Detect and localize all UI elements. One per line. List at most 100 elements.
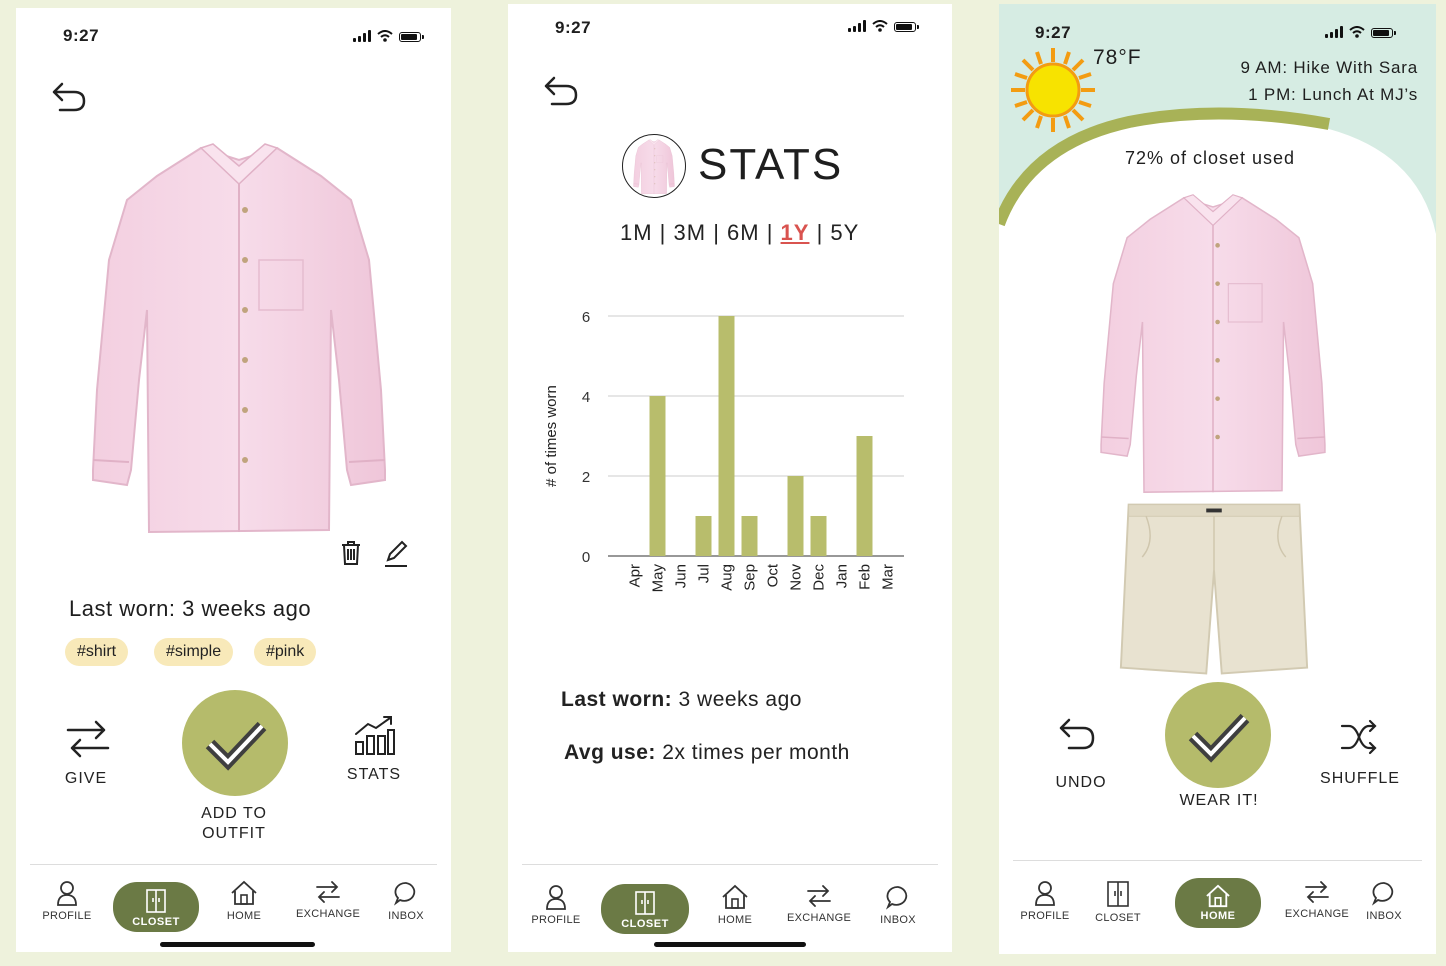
wifi-icon <box>872 20 888 32</box>
status-time: 9:27 <box>1035 23 1072 42</box>
chart-x-tick-label: Jan <box>834 564 851 588</box>
range-1m[interactable]: 1M <box>620 220 653 245</box>
nav-profile[interactable]: PROFILE <box>1018 880 1072 922</box>
nav-closet-label: CLOSET <box>1095 912 1141 924</box>
times-worn-bar-chart: 0 2 4 6 Apr May Jun Jul Aug Sep Oct Nov Dec Jan Feb Mar… <box>543 309 904 593</box>
range-1y-selected[interactable]: 1Y <box>781 220 810 245</box>
add-to-outfit-button[interactable] <box>182 690 288 796</box>
nav-inbox[interactable]: INBOX <box>1363 880 1405 922</box>
tag-pink[interactable]: #pink <box>254 638 317 666</box>
exchange-icon <box>316 881 340 903</box>
shuffle-icon[interactable] <box>1339 718 1379 756</box>
tag-simple[interactable]: #simple <box>154 638 234 666</box>
nav-profile-label: PROFILE <box>1020 910 1070 922</box>
nav-exchange[interactable]: EXCHANGE <box>296 880 360 920</box>
chart-bar <box>741 516 758 556</box>
battery-icon <box>399 32 424 42</box>
home-icon <box>1206 884 1230 908</box>
status-icons <box>353 30 424 42</box>
item-detail-screen: 9:27 Last worn: 3 weeks ago #shirt #simp… <box>16 8 451 952</box>
nav-closet-active[interactable]: CLOSET <box>601 884 689 934</box>
nav-inbox-label: INBOX <box>388 910 424 922</box>
avg-use-value: 2x times per month <box>662 741 850 764</box>
range-5y[interactable]: 5Y <box>830 220 859 245</box>
last-worn-value: 3 weeks ago <box>678 688 802 711</box>
home-indicator <box>654 942 806 947</box>
last-worn-text: Last worn: 3 weeks ago <box>69 596 312 621</box>
range-3m[interactable]: 3M <box>674 220 707 245</box>
chart-x-tick-label: May <box>650 564 667 593</box>
chart-bar <box>787 476 804 556</box>
home-icon <box>231 880 257 905</box>
nav-exchange[interactable]: EXCHANGE <box>787 884 851 924</box>
chat-bubble-icon <box>393 882 416 906</box>
chart-bar <box>695 516 712 556</box>
shirt-image <box>1098 190 1328 500</box>
range-6m[interactable]: 6M <box>727 220 760 245</box>
home-indicator <box>160 942 315 947</box>
shuffle-label[interactable]: SHUFFLE <box>1315 770 1405 788</box>
wear-it-button[interactable] <box>1165 682 1271 788</box>
closet-icon <box>635 891 655 915</box>
chat-bubble-icon <box>1371 882 1394 906</box>
edit-pencil-icon[interactable] <box>383 540 409 568</box>
status-icons <box>1325 26 1396 38</box>
nav-profile[interactable]: PROFILE <box>529 884 583 926</box>
tag-shirt[interactable]: #shirt <box>65 638 129 666</box>
exchange-arrows-icon <box>66 720 110 758</box>
profile-icon <box>1035 881 1055 906</box>
chart-bar <box>649 396 666 556</box>
trash-icon[interactable] <box>340 540 362 566</box>
chart-y-tick-label: 6 <box>582 309 590 326</box>
nav-profile-label: PROFILE <box>42 910 92 922</box>
nav-home-label: HOME <box>226 910 262 922</box>
add-to-outfit-label: ADD TO OUTFIT <box>186 804 282 844</box>
exchange-icon <box>1305 881 1329 903</box>
chart-x-tick-label: Sep <box>742 564 759 591</box>
nav-profile[interactable]: PROFILE <box>40 880 94 922</box>
agenda-event[interactable]: 1 PM: Lunch At MJ’s <box>1240 81 1418 108</box>
add-to-outfit-label-line2: OUTFIT <box>202 825 266 842</box>
undo-icon[interactable] <box>1057 716 1097 754</box>
nav-closet-label: CLOSET <box>621 918 669 930</box>
nav-closet[interactable]: CLOSET <box>1094 880 1142 924</box>
chart-x-tick-label: Nov <box>788 564 805 591</box>
chart-bar <box>810 516 827 556</box>
stats-title: STATS <box>698 140 844 189</box>
stats-button[interactable] <box>352 714 396 763</box>
shirt-image <box>89 140 389 540</box>
profile-icon <box>57 881 77 906</box>
signal-icon <box>848 20 866 32</box>
nav-home[interactable]: HOME <box>224 880 264 922</box>
nav-inbox[interactable]: INBOX <box>878 884 918 926</box>
nav-inbox[interactable]: INBOX <box>386 880 426 922</box>
signal-icon <box>353 30 371 42</box>
chart-x-tick-label: Jun <box>673 564 690 588</box>
profile-icon <box>546 885 566 910</box>
nav-closet-active[interactable]: CLOSET <box>113 882 199 932</box>
nav-divider <box>1013 860 1422 861</box>
nav-exchange[interactable]: EXCHANGE <box>1284 880 1350 920</box>
nav-inbox-label: INBOX <box>1366 910 1402 922</box>
nav-home-active[interactable]: HOME <box>1175 878 1261 928</box>
nav-divider <box>30 864 437 865</box>
agenda-event[interactable]: 9 AM: Hike With Sara <box>1240 54 1418 81</box>
signal-icon <box>1325 26 1343 38</box>
chat-bubble-icon <box>885 886 908 910</box>
time-range-selector: 1M | 3M | 6M | 1Y | 5Y <box>620 220 860 245</box>
agenda: 9 AM: Hike With Sara 1 PM: Lunch At MJ’s <box>1240 54 1418 108</box>
sun-icon <box>1011 48 1095 132</box>
undo-label[interactable]: UNDO <box>1049 774 1113 792</box>
chart-y-tick-label: 2 <box>582 469 590 486</box>
give-label: GIVE <box>64 770 108 787</box>
give-button[interactable] <box>64 716 114 765</box>
last-worn-label: Last worn: <box>561 688 673 711</box>
stats-label: STATS <box>346 766 402 783</box>
back-arrow-icon[interactable] <box>50 80 86 114</box>
battery-icon <box>894 22 919 32</box>
chart-x-tick-label: Mar <box>880 564 897 590</box>
back-arrow-icon[interactable] <box>542 74 578 108</box>
nav-home[interactable]: HOME <box>715 884 755 926</box>
closet-icon <box>146 889 166 913</box>
home-screen: 9:27 78°F 9 AM: Hike With Sara 1 PM: Lun… <box>999 4 1436 954</box>
